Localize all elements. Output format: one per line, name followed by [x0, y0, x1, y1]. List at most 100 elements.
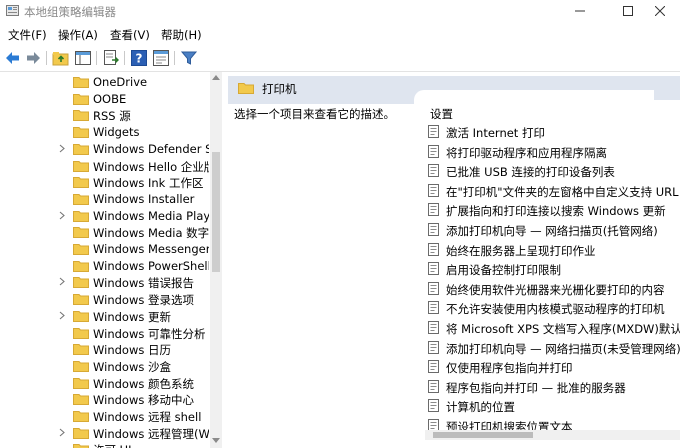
tree-item[interactable]: Windows Messenger: [0, 241, 209, 258]
tree-item[interactable]: Windows 远程管理(Wir: [0, 425, 209, 442]
policy-setting-row[interactable]: 计算机的位置: [428, 396, 680, 416]
folder-icon: [238, 83, 254, 94]
help-icon: ?: [131, 50, 147, 66]
settings-tab-curve: [414, 90, 654, 104]
tree-item-label: Windows 远程管理(Wir: [93, 426, 209, 441]
tree-item[interactable]: Windows 更新: [0, 308, 209, 325]
policy-setting-row[interactable]: 扩展指向和打印连接以搜索 Windows 更新: [428, 200, 680, 220]
chevron-right-icon[interactable]: [58, 211, 66, 220]
tree-item[interactable]: Windows PowerShell: [0, 258, 209, 275]
tree-item-label: Windows Ink 工作区: [93, 176, 204, 191]
folder-icon: [73, 160, 89, 172]
policy-setting-label: 在"打印机"文件夹的左窗格中自定义支持 URL: [446, 184, 679, 199]
export-list-button[interactable]: [102, 49, 120, 67]
tree-item[interactable]: Windows 登录选项: [0, 291, 209, 308]
back-button[interactable]: [4, 49, 22, 67]
policy-setting-row[interactable]: 不允许安装使用内核模式驱动程序的打印机: [428, 298, 680, 318]
menu-file[interactable]: 文件(F): [8, 27, 47, 43]
forward-arrow-icon: [27, 52, 40, 64]
tree-item[interactable]: OneDrive: [0, 74, 209, 91]
show-hide-tree-button[interactable]: [74, 49, 92, 67]
policy-setting-label: 计算机的位置: [446, 400, 515, 415]
tree-item[interactable]: Windows Ink 工作区: [0, 174, 209, 191]
minimize-button[interactable]: [560, 0, 600, 22]
tree-item[interactable]: Windows Defender Sm: [0, 141, 209, 158]
up-folder-button[interactable]: [52, 49, 70, 67]
policy-setting-icon: [428, 242, 439, 256]
close-button[interactable]: [640, 0, 680, 22]
menu-action[interactable]: 操作(A): [58, 27, 98, 43]
tree-item-label: Widgets: [93, 125, 140, 140]
policy-setting-row[interactable]: 已批准 USB 连接的打印设备列表: [428, 161, 680, 181]
minimize-icon: [575, 10, 585, 12]
filter-button[interactable]: [180, 49, 198, 67]
back-arrow-icon: [6, 52, 19, 64]
policy-setting-row[interactable]: 仅使用程序包指向并打印: [428, 357, 680, 377]
menu-view[interactable]: 查看(V): [110, 27, 150, 43]
policy-setting-icon: [428, 144, 439, 158]
tree-item[interactable]: Windows 可靠性分析: [0, 325, 209, 342]
policy-setting-row[interactable]: 添加打印机向导 — 网络扫描页(未受管理网络): [428, 338, 680, 358]
policy-setting-label: 添加打印机向导 — 网络扫描页(托管网络): [446, 224, 658, 238]
tree-item[interactable]: Windows Media Player: [0, 208, 209, 225]
forward-button[interactable]: [24, 49, 42, 67]
tree-item-label: OneDrive: [93, 75, 148, 89]
folder-icon: [73, 310, 89, 322]
filter-icon: [180, 51, 198, 65]
tree-item-label: RSS 源: [93, 109, 131, 124]
toolbar-separator: [174, 51, 175, 65]
chevron-right-icon[interactable]: [58, 144, 66, 153]
chevron-right-icon[interactable]: [58, 428, 66, 437]
folder-icon: [73, 444, 89, 448]
tree-scrollbar-thumb[interactable]: [212, 152, 220, 272]
tree-item[interactable]: Windows 沙盒: [0, 358, 209, 375]
policy-setting-icon: [428, 360, 439, 374]
chevron-right-icon[interactable]: [58, 277, 66, 286]
tree-item[interactable]: RSS 源: [0, 107, 209, 124]
policy-setting-label: 始终在服务器上呈现打印作业: [446, 243, 596, 258]
settings-horizontal-scrollbar[interactable]: [425, 430, 680, 440]
tree-item[interactable]: Windows 颜色系统: [0, 375, 209, 392]
policy-setting-row[interactable]: 启用设备控制打印限制: [428, 259, 680, 279]
tree-scrollbar[interactable]: [210, 72, 222, 448]
tree-item[interactable]: Windows 远程 shell: [0, 408, 209, 425]
policy-setting-label: 仅使用程序包指向并打印: [446, 361, 573, 376]
tree-item[interactable]: Windows 移动中心: [0, 391, 209, 408]
tree-item[interactable]: 许可 UI: [0, 441, 209, 448]
tree-item[interactable]: Windows Hello 企业版: [0, 158, 209, 175]
policy-setting-label: 已批准 USB 连接的打印设备列表: [446, 165, 615, 180]
toolbar-separator: [46, 51, 47, 65]
menu-help[interactable]: 帮助(H): [161, 27, 202, 43]
tree-item[interactable]: OOBE: [0, 91, 209, 108]
policy-setting-row[interactable]: 添加打印机向导 — 网络扫描页(托管网络): [428, 220, 680, 240]
policy-setting-row[interactable]: 将 Microsoft XPS 文档写入程序(MXDW)默认输出: [428, 318, 680, 338]
folder-icon: [73, 177, 89, 189]
title-bar: 本地组策略编辑器: [0, 0, 680, 22]
tree-item[interactable]: Windows Installer: [0, 191, 209, 208]
tree-item[interactable]: Widgets: [0, 124, 209, 141]
policy-setting-row[interactable]: 在"打印机"文件夹的左窗格中自定义支持 URL: [428, 181, 680, 201]
settings-column-header[interactable]: 设置: [430, 106, 453, 122]
tree-pane[interactable]: OneDrive OOBE RSS 源 Widgets Windows Defender…: [0, 72, 209, 448]
scroll-down-icon[interactable]: [212, 438, 220, 444]
tree-item[interactable]: Windows Media 数字权: [0, 224, 209, 241]
policy-setting-row[interactable]: 激活 Internet 打印: [428, 122, 680, 142]
help-button[interactable]: ?: [130, 49, 148, 67]
window-title: 本地组策略编辑器: [24, 5, 116, 19]
folder-icon: [73, 294, 89, 306]
scroll-up-icon[interactable]: [212, 74, 220, 80]
tree-item[interactable]: Windows 日历: [0, 341, 209, 358]
description-band: [228, 100, 418, 104]
chevron-right-icon[interactable]: [58, 311, 66, 320]
tree-item[interactable]: Windows 错误报告: [0, 274, 209, 291]
policy-setting-icon: [428, 379, 439, 393]
horizontal-scrollbar-thumb[interactable]: [433, 432, 533, 438]
properties-button[interactable]: [152, 49, 170, 67]
policy-setting-label: 激活 Internet 打印: [446, 126, 545, 140]
policy-setting-label: 将 Microsoft XPS 文档写入程序(MXDW)默认输出: [446, 322, 680, 336]
tree-item-label: Windows Media 数字权: [93, 226, 209, 241]
policy-setting-row[interactable]: 将打印驱动程序和应用程序隔离: [428, 142, 680, 162]
policy-setting-row[interactable]: 始终在服务器上呈现打印作业: [428, 240, 680, 260]
policy-setting-row[interactable]: 程序包指向并打印 — 批准的服务器: [428, 377, 680, 397]
policy-setting-row[interactable]: 始终使用软件光栅器来光栅化要打印的内容: [428, 279, 680, 299]
